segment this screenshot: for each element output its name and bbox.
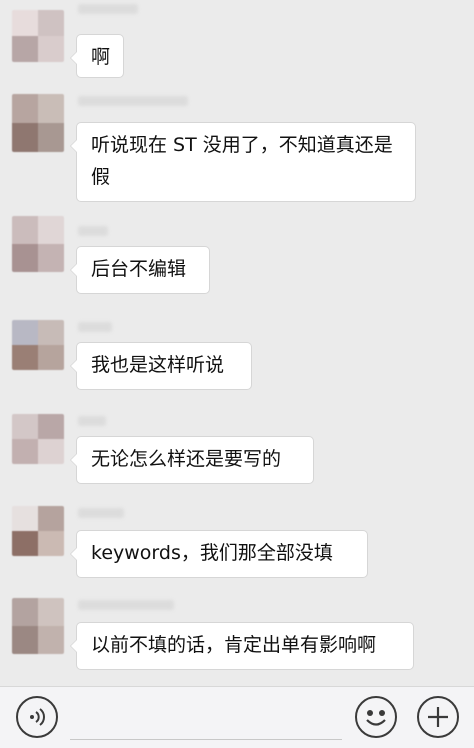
sender-name	[78, 226, 108, 236]
emoji-icon	[366, 710, 386, 726]
voice-button[interactable]	[16, 696, 58, 738]
avatar[interactable]	[12, 506, 64, 556]
avatar-tile	[12, 244, 38, 272]
avatar-tile	[38, 598, 64, 626]
message-bubble[interactable]: keywords，我们那全部没填	[70, 530, 368, 578]
avatar[interactable]	[12, 414, 64, 464]
sender-name	[78, 322, 112, 332]
avatar-tile	[12, 414, 38, 439]
sender-name	[78, 600, 174, 610]
avatar-tile	[12, 531, 38, 556]
message-bubble[interactable]: 后台不编辑	[70, 246, 210, 294]
avatar-tile	[38, 506, 64, 531]
avatar-tile	[38, 10, 64, 36]
avatar-tile	[12, 626, 38, 654]
input-toolbar	[0, 686, 474, 748]
avatar[interactable]	[12, 320, 64, 370]
avatar[interactable]	[12, 598, 64, 654]
avatar-tile	[38, 345, 64, 370]
avatar[interactable]	[12, 216, 64, 272]
avatar-tile	[12, 123, 38, 152]
avatar-tile	[12, 598, 38, 626]
sender-name	[78, 416, 106, 426]
avatar[interactable]	[12, 10, 64, 62]
message-bubble[interactable]: 无论怎么样还是要写的	[70, 436, 314, 484]
avatar-tile	[38, 94, 64, 123]
avatar-tile	[38, 531, 64, 556]
avatar[interactable]	[12, 94, 64, 152]
chat-area: 啊 听说现在 ST 没用了，不知道真还是假 后台不编辑 我也是这样听说 无论怎么…	[0, 0, 474, 686]
avatar-tile	[12, 320, 38, 345]
sender-name	[78, 508, 124, 518]
message-bubble[interactable]: 听说现在 ST 没用了，不知道真还是假	[70, 122, 416, 202]
avatar-tile	[38, 320, 64, 345]
emoji-button[interactable]	[355, 696, 397, 738]
avatar-tile	[12, 216, 38, 244]
avatar-tile	[12, 506, 38, 531]
avatar-tile	[12, 36, 38, 62]
plus-button[interactable]	[417, 696, 459, 738]
sender-name	[78, 4, 138, 14]
avatar-tile	[38, 414, 64, 439]
avatar-tile	[12, 94, 38, 123]
avatar-tile	[12, 345, 38, 370]
message-input-underline[interactable]	[70, 739, 342, 740]
avatar-tile	[38, 244, 64, 272]
sender-name	[78, 96, 188, 106]
avatar-tile	[38, 439, 64, 464]
message-bubble[interactable]: 啊	[70, 34, 124, 78]
plus-icon	[428, 707, 448, 727]
voice-icon	[30, 708, 45, 726]
avatar-tile	[12, 10, 38, 36]
avatar-tile	[38, 626, 64, 654]
avatar-tile	[12, 439, 38, 464]
message-bubble[interactable]: 我也是这样听说	[70, 342, 252, 390]
avatar-tile	[38, 36, 64, 62]
avatar-tile	[38, 123, 64, 152]
message-bubble[interactable]: 以前不填的话，肯定出单有影响啊	[70, 622, 414, 670]
avatar-tile	[38, 216, 64, 244]
